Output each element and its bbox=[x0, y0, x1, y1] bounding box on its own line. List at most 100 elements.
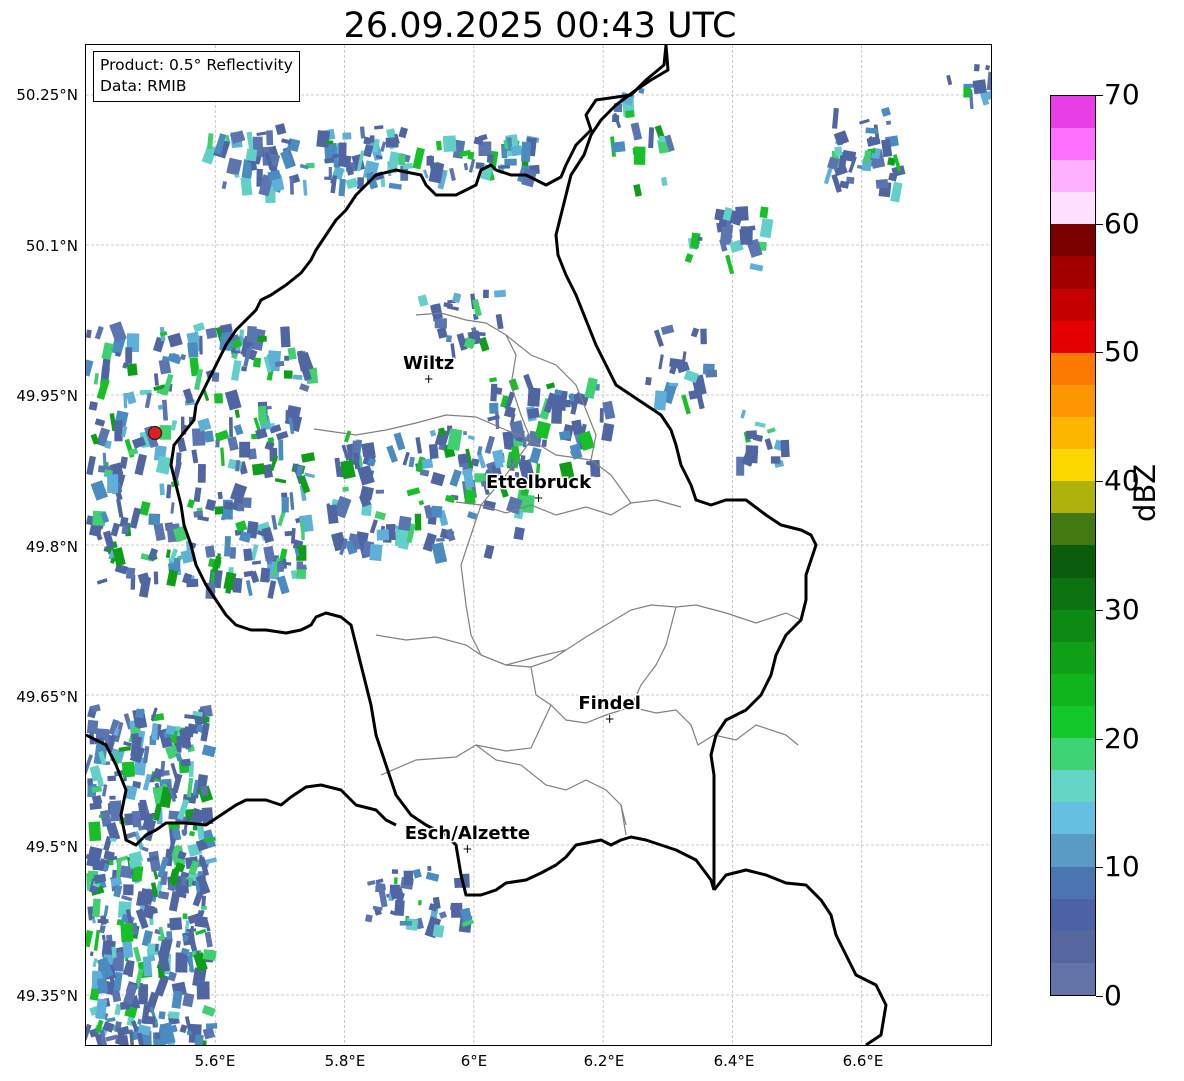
reflectivity-colorbar bbox=[1050, 95, 1096, 996]
echo-cell bbox=[153, 523, 166, 542]
echo-cell bbox=[134, 453, 147, 476]
echo-cell bbox=[367, 880, 376, 886]
echo-cell bbox=[138, 984, 149, 1005]
echo-cell bbox=[86, 719, 99, 735]
echo-cell bbox=[154, 1032, 161, 1040]
lon-label-6-2: 6.2°E bbox=[583, 1052, 625, 1070]
colorbar-segment bbox=[1051, 352, 1095, 385]
echo-cell bbox=[252, 357, 262, 368]
echo-cell bbox=[204, 545, 216, 558]
echo-cell bbox=[165, 549, 171, 559]
echo-cell bbox=[658, 354, 664, 370]
echo-cell bbox=[630, 122, 643, 141]
echo-cell bbox=[489, 377, 498, 383]
echo-cell bbox=[121, 524, 129, 535]
colorbar-segment bbox=[1051, 224, 1095, 257]
echo-cell bbox=[175, 752, 183, 762]
echo-cell bbox=[408, 456, 415, 468]
echo-cell bbox=[432, 924, 445, 938]
echo-cell bbox=[223, 501, 234, 510]
echo-cell bbox=[121, 761, 136, 778]
echo-cell bbox=[700, 328, 707, 345]
echo-cell bbox=[438, 427, 446, 437]
colorbar-unit-label: dBZ bbox=[1128, 463, 1162, 522]
echo-cell bbox=[625, 110, 635, 119]
colorbar-segment bbox=[1051, 802, 1095, 835]
echo-cell bbox=[139, 888, 155, 906]
echo-cell bbox=[283, 370, 293, 379]
echo-cell bbox=[301, 452, 316, 463]
echo-cell bbox=[348, 533, 358, 542]
echo-cell bbox=[96, 578, 108, 585]
echo-cell bbox=[389, 884, 400, 891]
echo-cell bbox=[397, 515, 412, 532]
colorbar-tick-label: 70 bbox=[1104, 78, 1140, 111]
echo-cell bbox=[153, 373, 159, 386]
echo-cell bbox=[946, 74, 953, 86]
lat-label-49-95: 49.95°N bbox=[16, 387, 78, 405]
lat-label-49-8: 49.8°N bbox=[25, 538, 78, 556]
echo-cell bbox=[483, 544, 495, 560]
echo-cell bbox=[406, 487, 421, 497]
lon-label-6: 6°E bbox=[460, 1052, 488, 1070]
lat-label-50-1: 50.1°N bbox=[25, 237, 78, 255]
echo-cell bbox=[224, 389, 242, 411]
echo-cell bbox=[131, 810, 142, 828]
echo-cell bbox=[96, 977, 109, 994]
colorbar-segment bbox=[1051, 192, 1095, 225]
echo-cell bbox=[103, 905, 109, 917]
colorbar-segment bbox=[1051, 545, 1095, 578]
lat-label-49-65: 49.65°N bbox=[16, 688, 78, 706]
echo-cell bbox=[195, 928, 207, 936]
radar-map[interactable]: + Wiltz + Ettelbruck + Findel + Esch/Alzette bbox=[85, 44, 992, 1046]
echo-cell bbox=[468, 158, 476, 173]
echo-cell bbox=[116, 498, 124, 518]
colorbar-tick-mark bbox=[1096, 609, 1103, 611]
echo-cell bbox=[442, 135, 457, 152]
echo-cell bbox=[431, 542, 448, 564]
echo-cell bbox=[180, 758, 191, 767]
echo-cell bbox=[151, 724, 158, 741]
echo-cell bbox=[493, 289, 507, 298]
echo-cell bbox=[101, 934, 106, 941]
echo-cell bbox=[863, 150, 872, 164]
echo-cell bbox=[380, 141, 387, 153]
echo-cell bbox=[182, 913, 188, 919]
echo-cell bbox=[102, 452, 107, 467]
echo-cell bbox=[98, 814, 103, 819]
echo-cell bbox=[414, 513, 422, 531]
echo-cell bbox=[205, 498, 217, 512]
city-ettelbruck: +Ettelbruck bbox=[484, 471, 593, 506]
colorbar-segment bbox=[1051, 288, 1095, 321]
echo-cell bbox=[280, 326, 291, 348]
echo-cell bbox=[415, 437, 423, 454]
echo-cell bbox=[832, 107, 839, 129]
echo-cell bbox=[168, 1011, 180, 1019]
echo-cell bbox=[86, 359, 94, 377]
colorbar-segment bbox=[1051, 128, 1095, 161]
colorbar-tick-mark bbox=[1096, 481, 1103, 483]
echo-cell bbox=[602, 400, 616, 420]
echo-cell bbox=[171, 990, 183, 1009]
lat-label-49-5: 49.5°N bbox=[25, 838, 78, 856]
echo-cell bbox=[446, 305, 460, 311]
echo-cell bbox=[199, 335, 203, 355]
colorbar-tick-label: 0 bbox=[1104, 979, 1122, 1012]
echo-cell bbox=[275, 430, 289, 441]
echo-cell bbox=[137, 1018, 142, 1025]
echo-cell bbox=[101, 342, 114, 360]
colorbar-segment bbox=[1051, 320, 1095, 353]
echo-cell bbox=[599, 408, 604, 423]
echo-cell bbox=[754, 421, 766, 428]
city-findel: +Findel bbox=[577, 692, 643, 727]
colorbar-segment bbox=[1051, 609, 1095, 642]
echo-cell bbox=[105, 1017, 116, 1023]
echo-cell bbox=[478, 331, 486, 337]
echo-cell bbox=[158, 1011, 166, 1020]
echo-cell bbox=[292, 374, 303, 380]
product-info-box: Product: 0.5° Reflectivity Data: RMIB bbox=[93, 51, 300, 102]
echo-cell bbox=[281, 497, 289, 513]
colorbar-tick-label: 50 bbox=[1104, 335, 1140, 369]
echo-cell bbox=[859, 118, 870, 125]
echo-cell bbox=[364, 914, 373, 923]
